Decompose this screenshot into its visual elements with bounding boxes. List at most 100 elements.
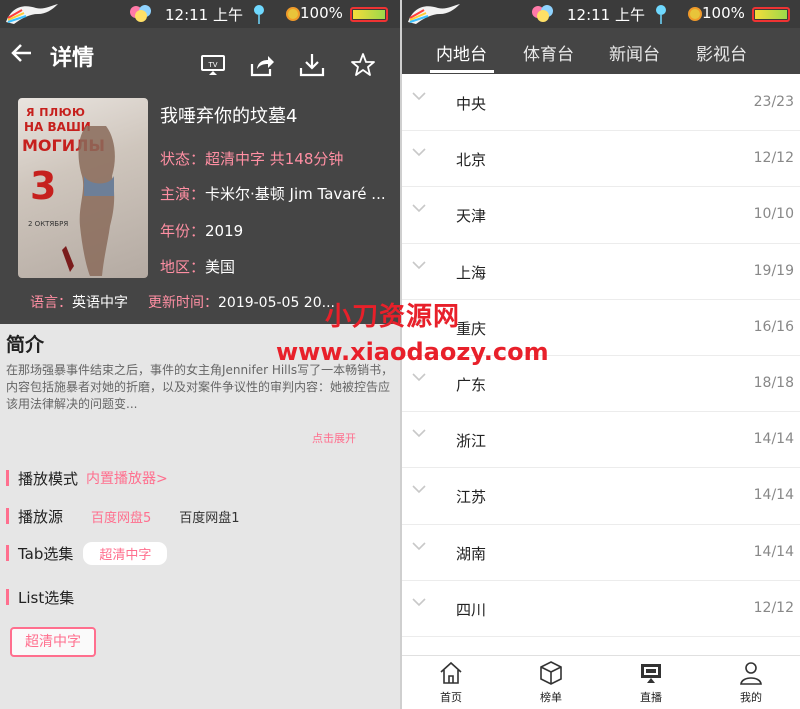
chevron-down-icon — [412, 92, 426, 101]
region-key: 地区： — [160, 258, 206, 276]
year-value: 2019 — [205, 222, 244, 240]
cast-value: 卡米尔·基顿 Jim Tavaré ... — [205, 185, 386, 203]
expand-link[interactable]: 点击展开 — [312, 430, 356, 446]
nav-home[interactable]: 首页 — [421, 660, 481, 705]
play-mode-label: 播放模式 — [18, 469, 79, 488]
chevron-down-icon — [412, 598, 426, 606]
language-value: 英语中字 — [72, 295, 128, 311]
channel-row[interactable]: 浙江 14/14 — [402, 412, 800, 469]
location-pin-icon — [254, 5, 264, 24]
channel-name: 浙江 — [456, 432, 487, 451]
section-marker — [6, 470, 9, 486]
channel-row[interactable]: 上海 19/19 — [402, 244, 800, 300]
nav-profile[interactable]: 我的 — [721, 660, 781, 705]
balloons-icon — [532, 5, 553, 22]
cast-row: 主演：卡米尔·基顿 Jim Tavaré ... — [160, 183, 386, 204]
movie-poster[interactable]: Я ПЛЮЮ НА ВАШИ МОГИЛЫ 3 2 ОКТЯБРЯ — [18, 98, 148, 278]
nav-live[interactable]: 直播 — [621, 660, 681, 705]
channel-tabs: 内地台 体育台 新闻台 影视台 — [402, 28, 800, 74]
channel-count: 19/19 — [753, 262, 794, 279]
channel-count: 14/14 — [753, 487, 794, 504]
region-row: 地区：美国 — [160, 256, 235, 277]
movie-title: 我唾弃你的坟墓4 — [160, 106, 298, 127]
nav-profile-label: 我的 — [740, 691, 762, 704]
bottom-nav: 首页 榜单 直播 我的 — [402, 655, 800, 709]
chevron-down-icon — [412, 429, 426, 438]
tab-select-chip[interactable]: 超清中字 — [83, 541, 168, 565]
language-key: 语言： — [30, 295, 72, 311]
nav-ranking-label: 榜单 — [540, 691, 562, 704]
status-time: 12:11 上午 — [567, 6, 645, 24]
app-logo-icon — [6, 4, 58, 24]
battery-saver-icon — [286, 7, 300, 21]
tab-news[interactable]: 新闻台 — [609, 40, 660, 65]
page-title: 详情 — [50, 46, 95, 71]
channel-row[interactable]: 江苏 14/14 — [402, 468, 800, 525]
home-icon — [440, 661, 462, 684]
app-logo-icon — [408, 4, 460, 24]
list-select-label: List选集 — [18, 588, 75, 607]
watermark-title: 小刀资源网 — [325, 302, 461, 332]
source-label: 播放源 — [18, 507, 64, 526]
play-mode-value[interactable]: 内置播放器> — [86, 468, 168, 488]
channel-row[interactable]: 北京 12/12 — [402, 131, 800, 188]
channel-row[interactable]: 中央 23/23 — [402, 75, 800, 132]
channel-row[interactable]: 天津 10/10 — [402, 187, 800, 244]
status-key: 状态： — [160, 150, 206, 168]
battery-level — [353, 10, 385, 19]
channel-count: 10/10 — [753, 206, 794, 223]
tv-cast-icon[interactable]: TV — [200, 52, 226, 78]
poster-number: 3 — [30, 164, 57, 208]
chevron-down-icon — [412, 260, 426, 269]
channel-name: 天津 — [456, 207, 487, 226]
source-row: 播放源 百度网盘5 百度网盘1 — [6, 504, 240, 528]
cast-key: 主演： — [160, 185, 206, 203]
channel-name: 中央 — [456, 95, 487, 113]
update-time-row: 更新时间：2019-05-05 20... — [148, 292, 335, 312]
battery-percent: 100% — [702, 4, 745, 22]
tab-mainland[interactable]: 内地台 — [436, 40, 487, 65]
back-icon[interactable] — [10, 41, 34, 65]
battery-percent: 100% — [300, 4, 343, 22]
status-time: 12:11 上午 — [165, 6, 243, 24]
top-bar: 详情 TV — [0, 28, 400, 86]
svg-text:TV: TV — [207, 61, 217, 69]
intro-heading: 简介 — [6, 334, 45, 356]
channel-row[interactable]: 湖南 14/14 — [402, 525, 800, 581]
channel-name: 四川 — [456, 600, 487, 619]
channel-count: 14/14 — [753, 543, 794, 560]
tv-live-icon — [641, 664, 661, 683]
detail-header: 详情 TV Я ПЛЮЮ НА ВАШИ МОГИЛЫ 3 2 ОКТЯБРЯ … — [0, 28, 400, 324]
year-key: 年份： — [160, 222, 206, 240]
channel-count: 12/12 — [753, 599, 794, 616]
channel-count: 14/14 — [753, 431, 794, 448]
intro-text: 在那场强暴事件结束之后，事件的女主角Jennifer Hills写了一本畅销书，… — [6, 363, 394, 411]
active-tab-indicator — [430, 70, 494, 73]
chevron-down-icon — [412, 148, 426, 157]
source-option-2[interactable]: 百度网盘1 — [179, 507, 239, 526]
battery-saver-icon — [688, 7, 702, 21]
nav-ranking[interactable]: 榜单 — [521, 660, 581, 705]
channel-count: 18/18 — [753, 374, 794, 391]
list-select-row: List选集 — [6, 585, 74, 609]
tab-sports[interactable]: 体育台 — [523, 40, 574, 65]
channel-row[interactable]: 四川 12/12 — [402, 581, 800, 637]
share-icon[interactable] — [249, 52, 275, 78]
source-option-1[interactable]: 百度网盘5 — [91, 507, 151, 526]
play-mode-row: 播放模式 内置播放器> — [6, 466, 168, 490]
status-bar: 12:11 上午 100% — [0, 0, 400, 28]
tab-movies[interactable]: 影视台 — [696, 40, 747, 65]
location-pin-icon — [656, 5, 666, 24]
person-icon — [740, 662, 762, 685]
tab-select-row: Tab选集 超清中字 — [6, 541, 168, 565]
nav-home-label: 首页 — [440, 691, 462, 704]
battery-level — [755, 10, 787, 19]
channel-name: 北京 — [456, 151, 487, 170]
episode-button[interactable]: 超清中字 — [10, 627, 96, 657]
status-bar: 12:11 上午 100% — [402, 0, 800, 28]
update-time-value: 2019-05-05 20... — [218, 295, 335, 311]
star-icon[interactable] — [350, 52, 376, 78]
download-icon[interactable] — [299, 52, 325, 78]
channel-name: 重庆 — [456, 319, 487, 338]
channel-name: 上海 — [456, 263, 487, 282]
